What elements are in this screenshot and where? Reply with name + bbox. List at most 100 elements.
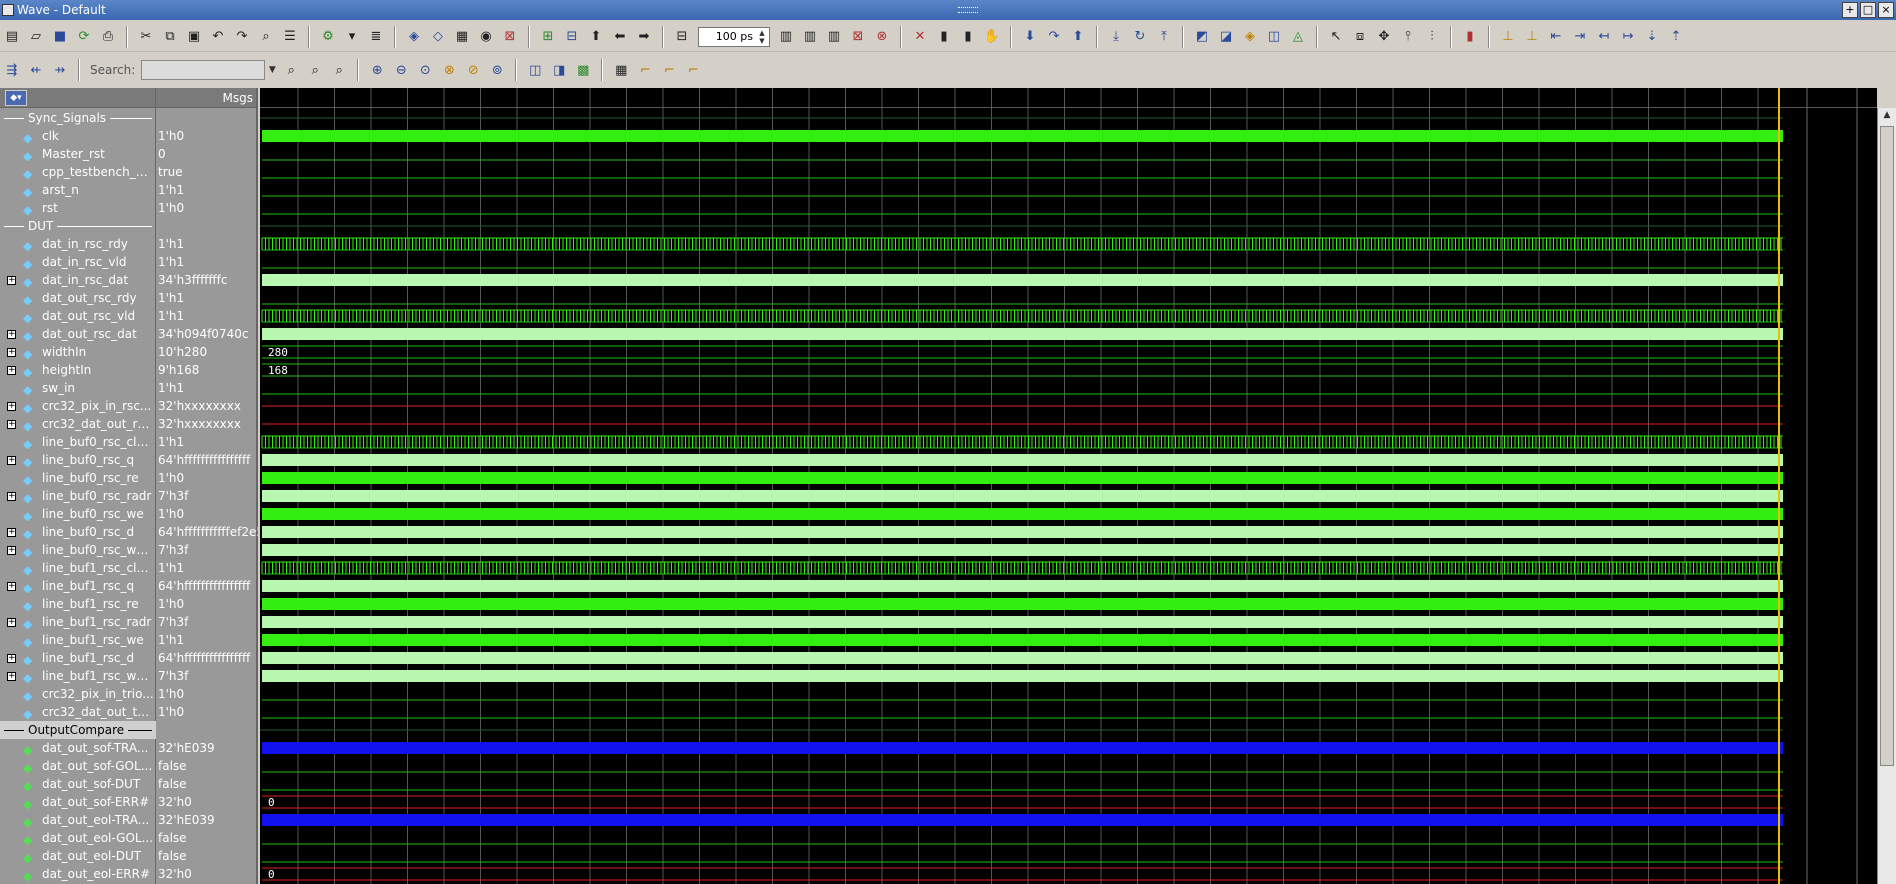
cut-icon[interactable]: ✂ (137, 28, 155, 46)
edge-next-icon[interactable]: ↦ (1619, 28, 1637, 46)
edge-fall-icon[interactable]: ⌐ (684, 61, 702, 79)
signal-row[interactable]: ◆ dat_out_eol-TRA... (0, 811, 156, 829)
signal-row[interactable]: + ◆ line_buf0_rsc_q (0, 451, 156, 469)
zoom-in-icon[interactable]: ⊕ (368, 61, 386, 79)
print-icon[interactable]: ⎙ (99, 28, 117, 46)
vertical-scrollbar[interactable]: ▲ (1877, 108, 1896, 884)
edge-prev-icon[interactable]: ↤ (1595, 28, 1613, 46)
edge-step-icon[interactable]: ⌐ (636, 61, 654, 79)
signal-row[interactable]: ◆ dat_out_sof-TRA... (0, 739, 156, 757)
zoom-cursor-icon[interactable]: ⊗ (440, 61, 458, 79)
signal-row[interactable]: ◆ dat_out_sof-GOL... (0, 757, 156, 775)
signal-row[interactable]: ◆ Master_rst (0, 145, 156, 163)
group-header[interactable]: DUT (0, 217, 156, 235)
copy-icon[interactable]: ⧉ (161, 28, 179, 46)
wave-list-icon[interactable]: ◪ (1217, 28, 1235, 46)
maximize-button[interactable]: □ (1860, 2, 1876, 18)
wave-add-icon[interactable]: ◩ (1193, 28, 1211, 46)
zoom-out-icon[interactable]: ⊖ (392, 61, 410, 79)
edge-rise-icon[interactable]: ⌐ (660, 61, 678, 79)
signal-row[interactable]: ◆ rst (0, 199, 156, 217)
group-header[interactable]: Sync_Signals (0, 109, 156, 127)
window-layout-2-icon[interactable]: ◨ (550, 61, 568, 79)
signal-row[interactable]: ◆ dat_out_rsc_vld (0, 307, 156, 325)
expand-toggle-icon[interactable]: + (7, 492, 16, 501)
format-icon[interactable]: ☰ (281, 28, 299, 46)
signal-row[interactable]: + ◆ line_buf1_rsc_q (0, 577, 156, 595)
dataflow-icon[interactable]: ▮ (935, 28, 953, 46)
undock-button[interactable]: + (1842, 2, 1858, 18)
undo-icon[interactable]: ↶ (209, 28, 227, 46)
list-icon[interactable]: ≣ (367, 28, 385, 46)
cursor-next-icon[interactable]: ⇥ (1571, 28, 1589, 46)
scroll-up-arrow-icon[interactable]: ▲ (1880, 110, 1894, 124)
edit-mode-icon[interactable]: ⫯ (1399, 28, 1417, 46)
cursor-prev-icon[interactable]: ⇤ (1547, 28, 1565, 46)
window-layout-3-icon[interactable]: ▩ (574, 61, 592, 79)
run-icon[interactable]: ▥ (777, 28, 795, 46)
signal-row[interactable]: ◆ clk (0, 127, 156, 145)
signal-row[interactable]: + ◆ dat_in_rsc_dat (0, 271, 156, 289)
signal-row[interactable]: ◆ dat_out_sof-DUT (0, 775, 156, 793)
zoom-full-icon[interactable]: ⊙ (416, 61, 434, 79)
expand-toggle-icon[interactable]: + (7, 348, 16, 357)
reload-icon[interactable]: ⟳ (75, 28, 93, 46)
zoom-mode-icon[interactable]: ⧈ (1351, 28, 1369, 46)
open-folder-icon[interactable]: ▱ (27, 28, 45, 46)
expand-toggle-icon[interactable]: + (7, 654, 16, 663)
scroll-thumb[interactable] (1880, 126, 1894, 766)
signal-row[interactable]: + ◆ line_buf1_rsc_d (0, 649, 156, 667)
restart-icon[interactable]: ✕ (911, 28, 929, 46)
left-arrow-icon[interactable]: ⬅ (611, 28, 629, 46)
compile-icon[interactable]: ⚙ (319, 28, 337, 46)
signal-row[interactable]: ◆ line_buf0_rsc_we (0, 505, 156, 523)
signal-row[interactable]: ◆ line_buf1_rsc_clk... (0, 559, 156, 577)
zoom-region-icon[interactable]: ⊘ (464, 61, 482, 79)
step-icon[interactable]: ⤓ (1107, 28, 1125, 46)
cursor-insert-icon[interactable]: ⊥ (1499, 28, 1517, 46)
signal-row[interactable]: + ◆ crc32_pix_in_rsc... (0, 397, 156, 415)
break-icon[interactable]: ⊠ (849, 28, 867, 46)
pan-mode-icon[interactable]: ✥ (1375, 28, 1393, 46)
paste-icon[interactable]: ▣ (185, 28, 203, 46)
redo-icon[interactable]: ↷ (233, 28, 251, 46)
signal-row[interactable]: ◆ line_buf1_rsc_re (0, 595, 156, 613)
step-menu-icon[interactable]: ↻ (1131, 28, 1149, 46)
signal-row[interactable]: + ◆ widthIn (0, 343, 156, 361)
expand-toggle-icon[interactable]: + (7, 420, 16, 429)
sim-break-icon[interactable]: ◉ (477, 28, 495, 46)
step-over-icon[interactable]: ↷ (1045, 28, 1063, 46)
signal-row[interactable]: + ◆ line_buf0_rsc_radr (0, 487, 156, 505)
signal-row[interactable]: + ◆ line_buf0_rsc_wadr (0, 541, 156, 559)
sim-stop-icon[interactable]: ⊠ (501, 28, 519, 46)
signal-row[interactable]: ◆ crc32_dat_out_tri... (0, 703, 156, 721)
search-options-icon[interactable]: ⌕ (330, 61, 348, 79)
cursor-delete-icon[interactable]: ⊥ (1523, 28, 1541, 46)
up-arrow-icon[interactable]: ⬆ (587, 28, 605, 46)
insert-icon[interactable]: ⊞ (539, 28, 557, 46)
close-button[interactable]: × (1878, 2, 1894, 18)
sim-grid-icon[interactable]: ▦ (453, 28, 471, 46)
search-back-icon[interactable]: ⌕ (282, 61, 300, 79)
select-mode-icon[interactable]: ↖ (1327, 28, 1345, 46)
collapse-all-icon[interactable]: ⇷ (27, 61, 45, 79)
waveform-pane[interactable]: 280 168 0 0 (260, 88, 1877, 884)
search-forward-icon[interactable]: ⌕ (306, 61, 324, 79)
signal-row[interactable]: ◆ cpp_testbench_a... (0, 163, 156, 181)
signal-row[interactable]: ◆ dat_out_rsc_rdy (0, 289, 156, 307)
continue-icon[interactable]: ▥ (801, 28, 819, 46)
window-layout-1-icon[interactable]: ◫ (526, 61, 544, 79)
schematic-icon[interactable]: ▮ (959, 28, 977, 46)
expand-toggle-icon[interactable]: + (7, 330, 16, 339)
signal-row[interactable]: ◆ line_buf1_rsc_we (0, 631, 156, 649)
edge-rising-icon[interactable]: ⇡ (1667, 28, 1685, 46)
expand-toggle-icon[interactable]: + (7, 546, 16, 555)
find-icon[interactable]: ⌕ (257, 28, 275, 46)
expand-toggle-icon[interactable]: + (7, 528, 16, 537)
run-length-field[interactable]: 100 ps ▲ ▼ (698, 26, 770, 47)
wave-edit-icon[interactable]: ⫶ (1423, 28, 1441, 46)
signal-row[interactable]: ◆ line_buf0_rsc_re (0, 469, 156, 487)
group-icon[interactable]: ⊟ (563, 28, 581, 46)
signal-row[interactable]: + ◆ dat_out_rsc_dat (0, 325, 156, 343)
expand-all-icon[interactable]: ⇶ (3, 61, 21, 79)
